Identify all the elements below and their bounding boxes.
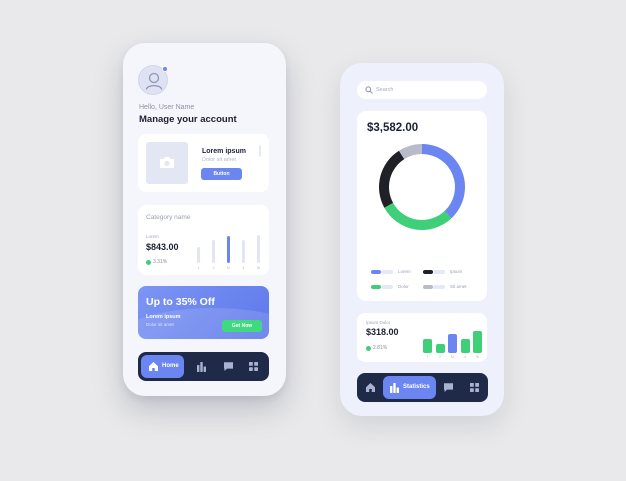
legend-label: Dolor [398,284,409,289]
product-subtitle: Dolor sit amet [202,157,236,163]
product-title: Lorem ipsum [202,148,246,155]
legend-track [433,285,445,289]
search-icon [365,86,373,94]
promo-subtitle: Lorem ipsum [146,314,181,320]
legend-swatch [371,270,381,274]
category-bar-label: W [256,266,261,270]
donut-chart [379,144,465,230]
promo-caption: Dolor sit amet [146,322,174,327]
stats-card[interactable]: Ipsum Dolor $318.00 2.81% 1 2 M 4 W [357,313,487,362]
grid-icon[interactable] [248,361,259,372]
legend-label: Lorem [398,269,411,274]
category-bar [242,239,245,263]
category-bar [197,246,200,263]
bar-chart-icon [390,383,399,393]
category-bar [257,234,260,263]
donut-chart-card: $3,582.00 Lorem Ipsum Dolor Sit amet [357,111,487,301]
legend-swatch [371,285,381,289]
legend-swatch [423,270,433,274]
category-bar-label: 4 [242,266,245,270]
nav-item-statistics[interactable]: Statistics [383,376,436,399]
account-phone-screen: Hello, User Name Manage your account Lor… [123,43,286,396]
category-title: Category name [146,214,191,221]
stats-change: 2.81% [373,345,388,351]
chat-icon[interactable] [443,382,454,393]
stats-amount: $318.00 [366,327,399,337]
nav-home-label: Home [162,363,179,369]
stats-bar [423,338,432,353]
stats-bar [435,343,445,353]
category-change: 3.31% [153,259,168,265]
category-bar-label: M [227,266,230,270]
bottom-navigation: Statistics [357,373,488,402]
category-bar-label: 1 [197,266,200,270]
get-now-button[interactable]: Get Now [222,320,262,332]
product-image [146,142,188,184]
greeting-text: Hello, User Name [139,104,195,111]
search-bar[interactable] [357,81,487,99]
camera-icon [160,157,174,168]
category-bar-label: 2 [212,266,215,270]
stats-bar-chart: 1 2 M 4 W [421,321,483,359]
donut-slice-dolor [384,202,452,230]
donut-slice-lorem [422,144,465,219]
stats-bar-label: W [475,355,480,359]
statistics-phone-screen: $3,582.00 LoremIpsumDolorSit amet Ipsum … [340,63,504,416]
category-bar [227,236,230,263]
legend-label: Sit amet [450,284,467,289]
stats-bar [448,333,457,353]
category-bar [212,239,215,263]
grid-icon[interactable] [469,382,480,393]
legend-track [433,270,445,274]
stats-bar-label: 4 [464,355,466,359]
legend-track [381,270,393,274]
home-icon [149,362,158,371]
category-amount: $843.00 [146,242,179,252]
legend-track [381,285,393,289]
page-title: Manage your account [139,114,237,125]
stats-bar-label: 2 [439,355,441,359]
card-divider [259,145,261,157]
category-card[interactable]: Category name Lorem $843.00 3.31% 1 2 M 4 W [138,205,269,275]
home-icon[interactable] [365,382,376,393]
promo-banner[interactable]: Up to 35% Off Lorem ipsum Dolor sit amet… [138,286,269,339]
category-label: Lorem [146,234,159,239]
stats-label: Ipsum Dolor [366,320,391,325]
trend-up-icon [146,260,151,265]
stats-bar [460,338,470,353]
promo-title: Up to 35% Off [146,296,215,308]
trend-up-icon [366,346,371,351]
bar-chart-icon[interactable] [196,361,207,372]
search-input[interactable] [376,84,476,96]
stats-bar-label: 1 [426,355,429,359]
notification-dot [162,66,168,72]
product-card[interactable]: Lorem ipsum Dolor sit amet Button [138,134,269,192]
legend-label: Ipsum [450,269,463,274]
product-button[interactable]: Button [201,168,242,180]
chat-icon[interactable] [223,361,234,372]
bottom-navigation: Home [138,352,269,381]
stats-bar [473,330,482,353]
category-mini-chart: 1 2 M 4 W [193,225,265,270]
donut-slice-ipsum [379,150,405,208]
nav-statistics-label: Statistics [403,384,430,390]
stats-bar-label: M [451,355,454,359]
nav-item-home[interactable]: Home [141,355,184,378]
legend-swatch [423,285,433,289]
